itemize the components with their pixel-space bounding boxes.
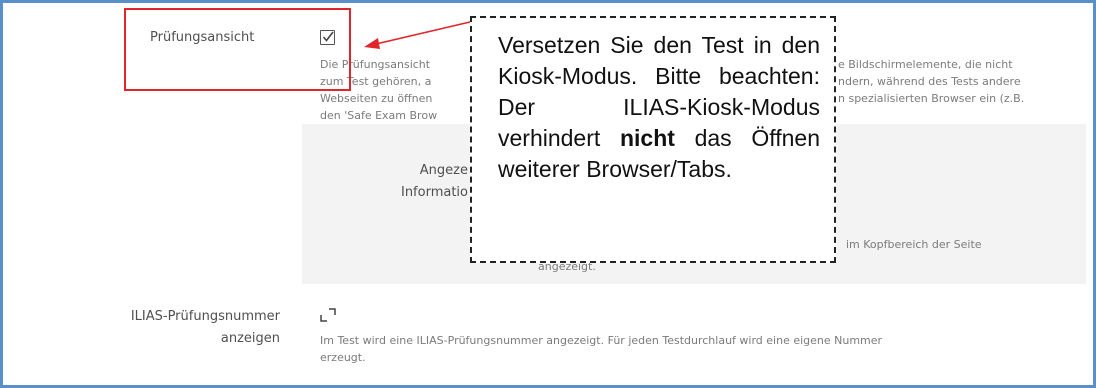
exam-number-description: Im Test wird eine ILIAS-Prüfungsnummer a… <box>320 332 882 366</box>
exam-number-label-line: ILIAS-Prüfungsnummer <box>130 309 280 324</box>
exam-view-desc-right-line: n spezialisierten Browser ein (z.B. <box>838 92 1025 105</box>
highlight-box <box>124 8 351 91</box>
exam-number-checkbox[interactable] <box>320 307 336 323</box>
exam-view-desc-right-line: e Bildschirmelemente, die nicht <box>838 58 1013 71</box>
arrow-icon <box>364 21 471 49</box>
exam-number-desc-line: erzeugt. <box>320 351 366 364</box>
exam-number-label: ILIAS-Prüfungsnummer anzeigen <box>60 306 280 350</box>
callout-text-bold: nicht <box>619 125 675 151</box>
shown-info-label-line: Informatio <box>400 185 468 200</box>
exam-number-desc-line: Im Test wird eine ILIAS-Prüfungsnummer a… <box>320 334 883 347</box>
shown-info-description-right: im Kopfbereich der Seite <box>846 238 982 251</box>
shown-info-label: Angeze Informatio <box>380 160 468 204</box>
exam-view-desc-line: den 'Safe Exam Brow <box>320 109 438 122</box>
exam-view-desc-right-line: ndern, während des Tests andere <box>838 75 1021 88</box>
callout-note: Versetzen Sie den Test in den Kiosk-Modu… <box>470 16 836 263</box>
exam-number-label-line: anzeigen <box>220 331 280 346</box>
exam-view-desc-line: Webseiten zu öffnen <box>320 92 433 105</box>
shown-info-label-line: Angeze <box>419 163 468 178</box>
exam-view-description-right: e Bildschirmelemente, die nicht ndern, w… <box>838 56 1024 107</box>
